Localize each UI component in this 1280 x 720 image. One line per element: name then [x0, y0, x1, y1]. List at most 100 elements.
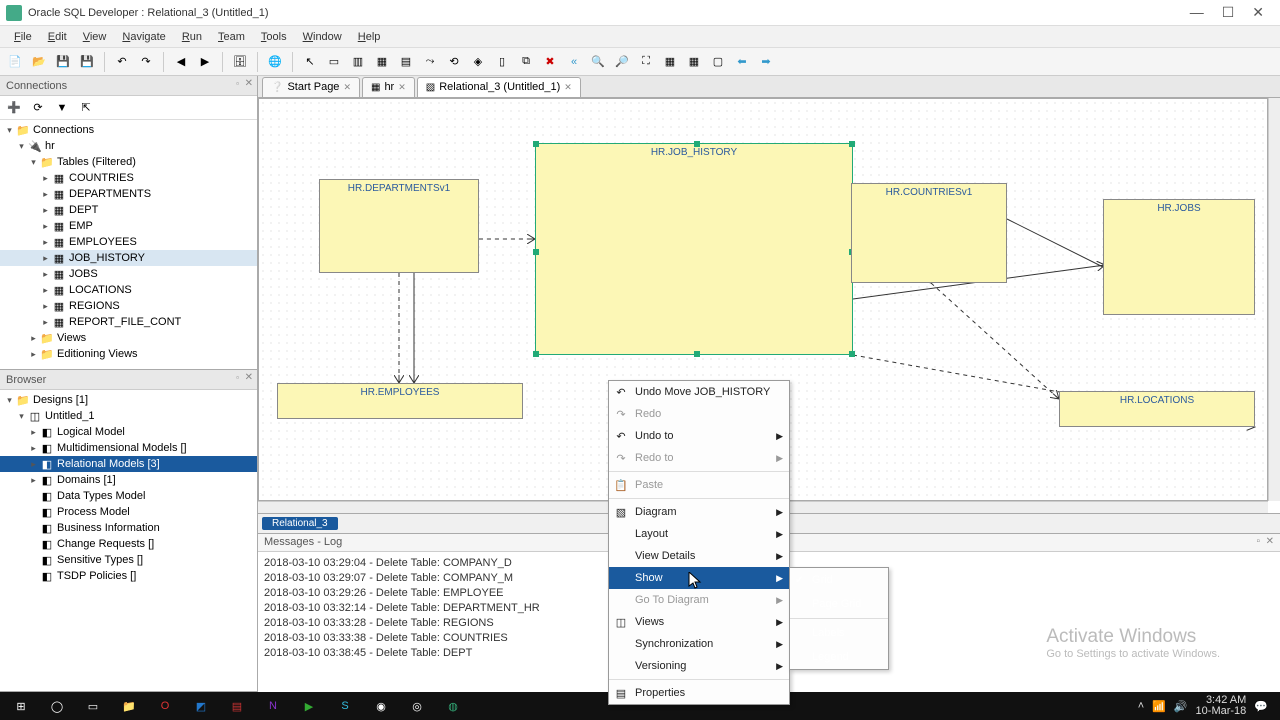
sub-page-grid[interactable]: Page Grid [790, 592, 888, 616]
tree-item[interactable]: ▸◧Multidimensional Models [] [0, 440, 257, 456]
new-icon[interactable]: 📄 [4, 51, 26, 73]
menu-team[interactable]: Team [210, 31, 253, 43]
entity-box[interactable]: HR.DEPARTMENTSv1 [319, 179, 479, 273]
explorer-icon[interactable]: 📁 [114, 694, 144, 718]
delete-icon[interactable]: ✖ [539, 51, 561, 73]
globe-icon[interactable]: 🌐 [264, 51, 286, 73]
arrow-right-icon[interactable]: ➡ [755, 51, 777, 73]
resize-handle[interactable] [849, 351, 855, 357]
start-button[interactable]: ⊞ [6, 694, 36, 718]
ctx-diagram[interactable]: ▧Diagram▶ [609, 501, 789, 523]
db-icon[interactable]: 🗄 [229, 51, 251, 73]
cortana-icon[interactable]: ◯ [42, 694, 72, 718]
entity-box[interactable]: HR.LOCATIONS [1059, 391, 1255, 427]
resize-handle[interactable] [533, 141, 539, 147]
relation-icon[interactable]: ⤳ [419, 51, 441, 73]
menu-tools[interactable]: Tools [253, 31, 295, 43]
arc-icon[interactable]: ⟲ [443, 51, 465, 73]
tree-item[interactable]: ◧Business Information [0, 520, 257, 536]
undo-icon[interactable]: ↶ [111, 51, 133, 73]
tree-item[interactable]: ◧Data Types Model [0, 488, 257, 504]
arrow-left-icon[interactable]: ⬅ [731, 51, 753, 73]
grid-icon[interactable]: ▦ [683, 51, 705, 73]
tree-item[interactable]: ▾📁Connections [0, 122, 257, 138]
submenu-show[interactable]: ✔GridPage GridLabelsLegend [789, 567, 889, 670]
chrome-icon[interactable]: ◎ [402, 694, 432, 718]
tree-item[interactable]: ▸📁Editioning Views [0, 346, 257, 362]
player-icon[interactable]: ▶ [294, 694, 324, 718]
table-icon[interactable]: ▤ [395, 51, 417, 73]
entity-icon[interactable]: ▭ [323, 51, 345, 73]
entity-box[interactable]: HR.EMPLOYEES [277, 383, 523, 419]
editor-tab[interactable]: ▧Relational_3 (Untitled_1)✕ [417, 77, 581, 97]
page-icon[interactable]: ▢ [707, 51, 729, 73]
split-icon[interactable]: ▦ [371, 51, 393, 73]
menu-run[interactable]: Run [174, 31, 210, 43]
tree-item[interactable]: ◧Process Model [0, 504, 257, 520]
view-icon[interactable]: ▥ [347, 51, 369, 73]
gen-icon[interactable]: ◈ [467, 51, 489, 73]
wifi-icon[interactable]: 📶 [1152, 700, 1166, 713]
tree-item[interactable]: ▸📁Views [0, 330, 257, 346]
refresh-tree-icon[interactable]: ⟳ [28, 98, 48, 118]
ctx-synchronization[interactable]: Synchronization▶ [609, 633, 789, 655]
redo-icon[interactable]: ↷ [135, 51, 157, 73]
onenote-icon[interactable]: N [258, 694, 288, 718]
layout-icon[interactable]: ▦ [659, 51, 681, 73]
filter-icon[interactable]: ▼ [52, 98, 72, 118]
menu-navigate[interactable]: Navigate [114, 31, 173, 43]
ctx-layout[interactable]: Layout▶ [609, 523, 789, 545]
tree-item[interactable]: ▾🔌hr [0, 138, 257, 154]
diagram-tab-relational[interactable]: Relational_3 [262, 517, 338, 530]
tree-item[interactable]: ◧Sensitive Types [] [0, 552, 257, 568]
diagram-scrollbar-v[interactable] [1268, 98, 1280, 501]
fit-icon[interactable]: ⛶ [635, 51, 657, 73]
tree-item[interactable]: ◧Change Requests [] [0, 536, 257, 552]
tree-item[interactable]: ▾📁Designs [1] [0, 392, 257, 408]
resize-handle[interactable] [694, 141, 700, 147]
tree-item[interactable]: ▸▦JOBS [0, 266, 257, 282]
ctx-versioning[interactable]: Versioning▶ [609, 655, 789, 677]
context-menu[interactable]: ↶Undo Move JOB_HISTORY↷Redo↶Undo to▶↷Red… [608, 380, 790, 705]
zoom-out-icon[interactable]: 🔎 [611, 51, 633, 73]
tree-item[interactable]: ▾◫Untitled_1 [0, 408, 257, 424]
open-icon[interactable]: 📂 [28, 51, 50, 73]
menu-help[interactable]: Help [350, 31, 389, 43]
resize-handle[interactable] [694, 351, 700, 357]
picasa-icon[interactable]: ◉ [366, 694, 396, 718]
sub-legend[interactable]: Legend [790, 645, 888, 669]
zoom-in-icon[interactable]: 🔍 [587, 51, 609, 73]
copy-icon[interactable]: ⧉ [515, 51, 537, 73]
tree-item[interactable]: ▸▦JOB_HISTORY [0, 250, 257, 266]
menu-window[interactable]: Window [295, 31, 350, 43]
connections-tree[interactable]: ▾📁Connections▾🔌hr▾📁Tables (Filtered)▸▦CO… [0, 120, 257, 369]
panel-max-icon[interactable]: ▫ [236, 373, 239, 382]
sub-grid[interactable]: ✔Grid [790, 568, 888, 592]
tree-item[interactable]: ◧TSDP Policies [] [0, 568, 257, 584]
nav-back-icon[interactable]: ◀ [170, 51, 192, 73]
notifications-icon[interactable]: 💬 [1254, 700, 1268, 713]
entity-box[interactable]: HR.JOBS [1103, 199, 1255, 315]
entity-box[interactable]: HR.COUNTRIESv1 [851, 183, 1007, 283]
opera-icon[interactable]: O [150, 694, 180, 718]
ctx-view-details[interactable]: View Details▶ [609, 545, 789, 567]
save-all-icon[interactable]: 💾 [76, 51, 98, 73]
tree-item[interactable]: ▸▦COUNTRIES [0, 170, 257, 186]
save-icon[interactable]: 💾 [52, 51, 74, 73]
editor-tab[interactable]: ❔Start Page✕ [262, 77, 360, 97]
tree-item[interactable]: ▸▦EMP [0, 218, 257, 234]
maximize-button[interactable]: ☐ [1222, 4, 1235, 21]
menu-file[interactable]: File [6, 31, 40, 43]
tree-item[interactable]: ▸◧Relational Models [3] [0, 456, 257, 472]
tree-item[interactable]: ▸▦DEPT [0, 202, 257, 218]
resize-handle[interactable] [533, 351, 539, 357]
speaker-icon[interactable]: 🔊 [1174, 700, 1188, 713]
ctx-undo-move-job_history[interactable]: ↶Undo Move JOB_HISTORY [609, 381, 789, 403]
minimize-button[interactable]: — [1190, 4, 1204, 21]
collapse-icon[interactable]: ⇱ [76, 98, 96, 118]
system-tray[interactable]: ˄ 📶 🔊 3:42 AM 10-Mar-18 💬 [1138, 695, 1274, 717]
skype-icon[interactable]: S [330, 694, 360, 718]
log-max-icon[interactable]: ▫ [1256, 536, 1260, 547]
taskview-icon[interactable]: ▭ [78, 694, 108, 718]
clock[interactable]: 3:42 AM 10-Mar-18 [1196, 695, 1247, 717]
